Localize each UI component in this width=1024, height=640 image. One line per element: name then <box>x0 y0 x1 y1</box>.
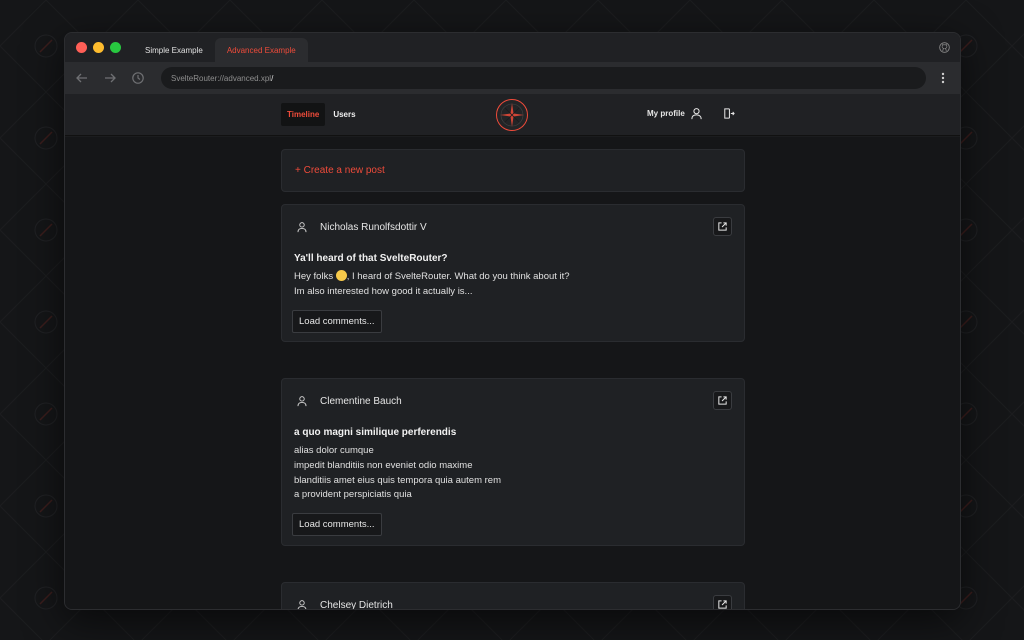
url-text: SvelteRouter://advanced.xpl <box>171 73 272 83</box>
post-body: alias dolor cumque impedit blanditiis no… <box>282 444 744 503</box>
post-card: Chelsey Dietrich <box>281 582 745 609</box>
logout-button[interactable] <box>721 105 737 121</box>
post-body-line: blanditiis amet eius quis tempora quia a… <box>294 474 501 486</box>
browser-tabs: Simple Example Advanced Example <box>133 38 308 62</box>
svelte-router-logo[interactable] <box>495 98 529 132</box>
browser-window: Simple Example Advanced Example SvelteRo… <box>64 32 961 610</box>
external-link-icon <box>718 396 727 405</box>
url-suffix: / <box>271 73 274 83</box>
post-card: Clementine Bauch a quo magni similique p… <box>281 378 745 546</box>
maximize-window-button[interactable] <box>110 42 121 53</box>
my-profile-link[interactable]: My profile <box>647 109 685 118</box>
logout-icon <box>724 107 736 119</box>
arrow-right-icon <box>105 73 116 83</box>
main-nav: Timeline Users <box>281 103 362 126</box>
post-author[interactable]: Clementine Bauch <box>320 396 402 407</box>
user-icon <box>691 107 702 119</box>
minimize-window-button[interactable] <box>93 42 104 53</box>
history-button[interactable] <box>129 69 147 87</box>
post-header: Chelsey Dietrich <box>282 583 744 609</box>
nav-users[interactable]: Users <box>327 103 361 126</box>
smiley-emoji-icon <box>335 270 347 281</box>
timeline-content: + Create a new post Nicholas Runolfsdott… <box>65 137 960 609</box>
open-post-button[interactable] <box>713 217 732 236</box>
create-post-link[interactable]: + Create a new post <box>295 165 385 176</box>
post-body-line: Im also interested how good it actually … <box>294 285 473 297</box>
post-body: Hey folks , I heard of SvelteRouter. Wha… <box>282 270 744 300</box>
load-comments-button[interactable]: Load comments... <box>292 513 382 537</box>
open-post-button[interactable] <box>713 595 732 609</box>
forward-button[interactable] <box>101 69 119 87</box>
author-avatar-icon <box>294 219 310 235</box>
history-icon <box>132 72 144 84</box>
post-title: Ya'll heard of that SvelteRouter? <box>294 253 448 264</box>
arrow-left-icon <box>76 73 87 83</box>
profile-button[interactable] <box>689 105 705 121</box>
post-body-line: Hey folks <box>294 271 334 282</box>
external-link-icon <box>718 600 727 609</box>
close-window-button[interactable] <box>76 42 87 53</box>
post-body-line: alias dolor cumque <box>294 445 374 456</box>
post-body-line: impedit blanditiis non eveniet odio maxi… <box>294 459 473 471</box>
tab-simple-example[interactable]: Simple Example <box>133 38 215 62</box>
more-vertical-icon <box>941 72 945 84</box>
load-comments-button[interactable]: Load comments... <box>292 309 382 333</box>
tab-advanced-example[interactable]: Advanced Example <box>214 38 308 62</box>
browser-menu-button[interactable] <box>934 69 952 87</box>
app-navbar: Timeline Users My profile <box>65 94 960 136</box>
post-author[interactable]: Nicholas Runolfsdottir V <box>320 222 427 233</box>
post-header: Clementine Bauch <box>282 379 744 423</box>
window-controls <box>76 42 121 53</box>
github-icon[interactable] <box>939 42 950 53</box>
post-author[interactable]: Chelsey Dietrich <box>320 600 393 610</box>
post-header: Nicholas Runolfsdottir V <box>282 205 744 249</box>
back-button[interactable] <box>73 69 91 87</box>
url-input[interactable]: SvelteRouter://advanced.xpl / <box>161 67 926 89</box>
open-post-button[interactable] <box>713 391 732 410</box>
author-avatar-icon <box>294 393 310 409</box>
create-post-card: + Create a new post <box>281 149 745 192</box>
post-title: a quo magni similique perferendis <box>294 427 457 438</box>
post-body-line: a provident perspiciatis quia <box>294 489 412 501</box>
external-link-icon <box>718 222 727 231</box>
title-bar: Simple Example Advanced Example <box>65 33 960 62</box>
post-body-line: , I heard of SvelteRouter. What do you t… <box>346 271 570 282</box>
author-avatar-icon <box>294 597 310 609</box>
user-nav: My profile <box>647 105 737 121</box>
address-bar: SvelteRouter://advanced.xpl / <box>65 62 960 94</box>
nav-timeline[interactable]: Timeline <box>281 103 326 126</box>
post-card: Nicholas Runolfsdottir V Ya'll heard of … <box>281 204 745 342</box>
